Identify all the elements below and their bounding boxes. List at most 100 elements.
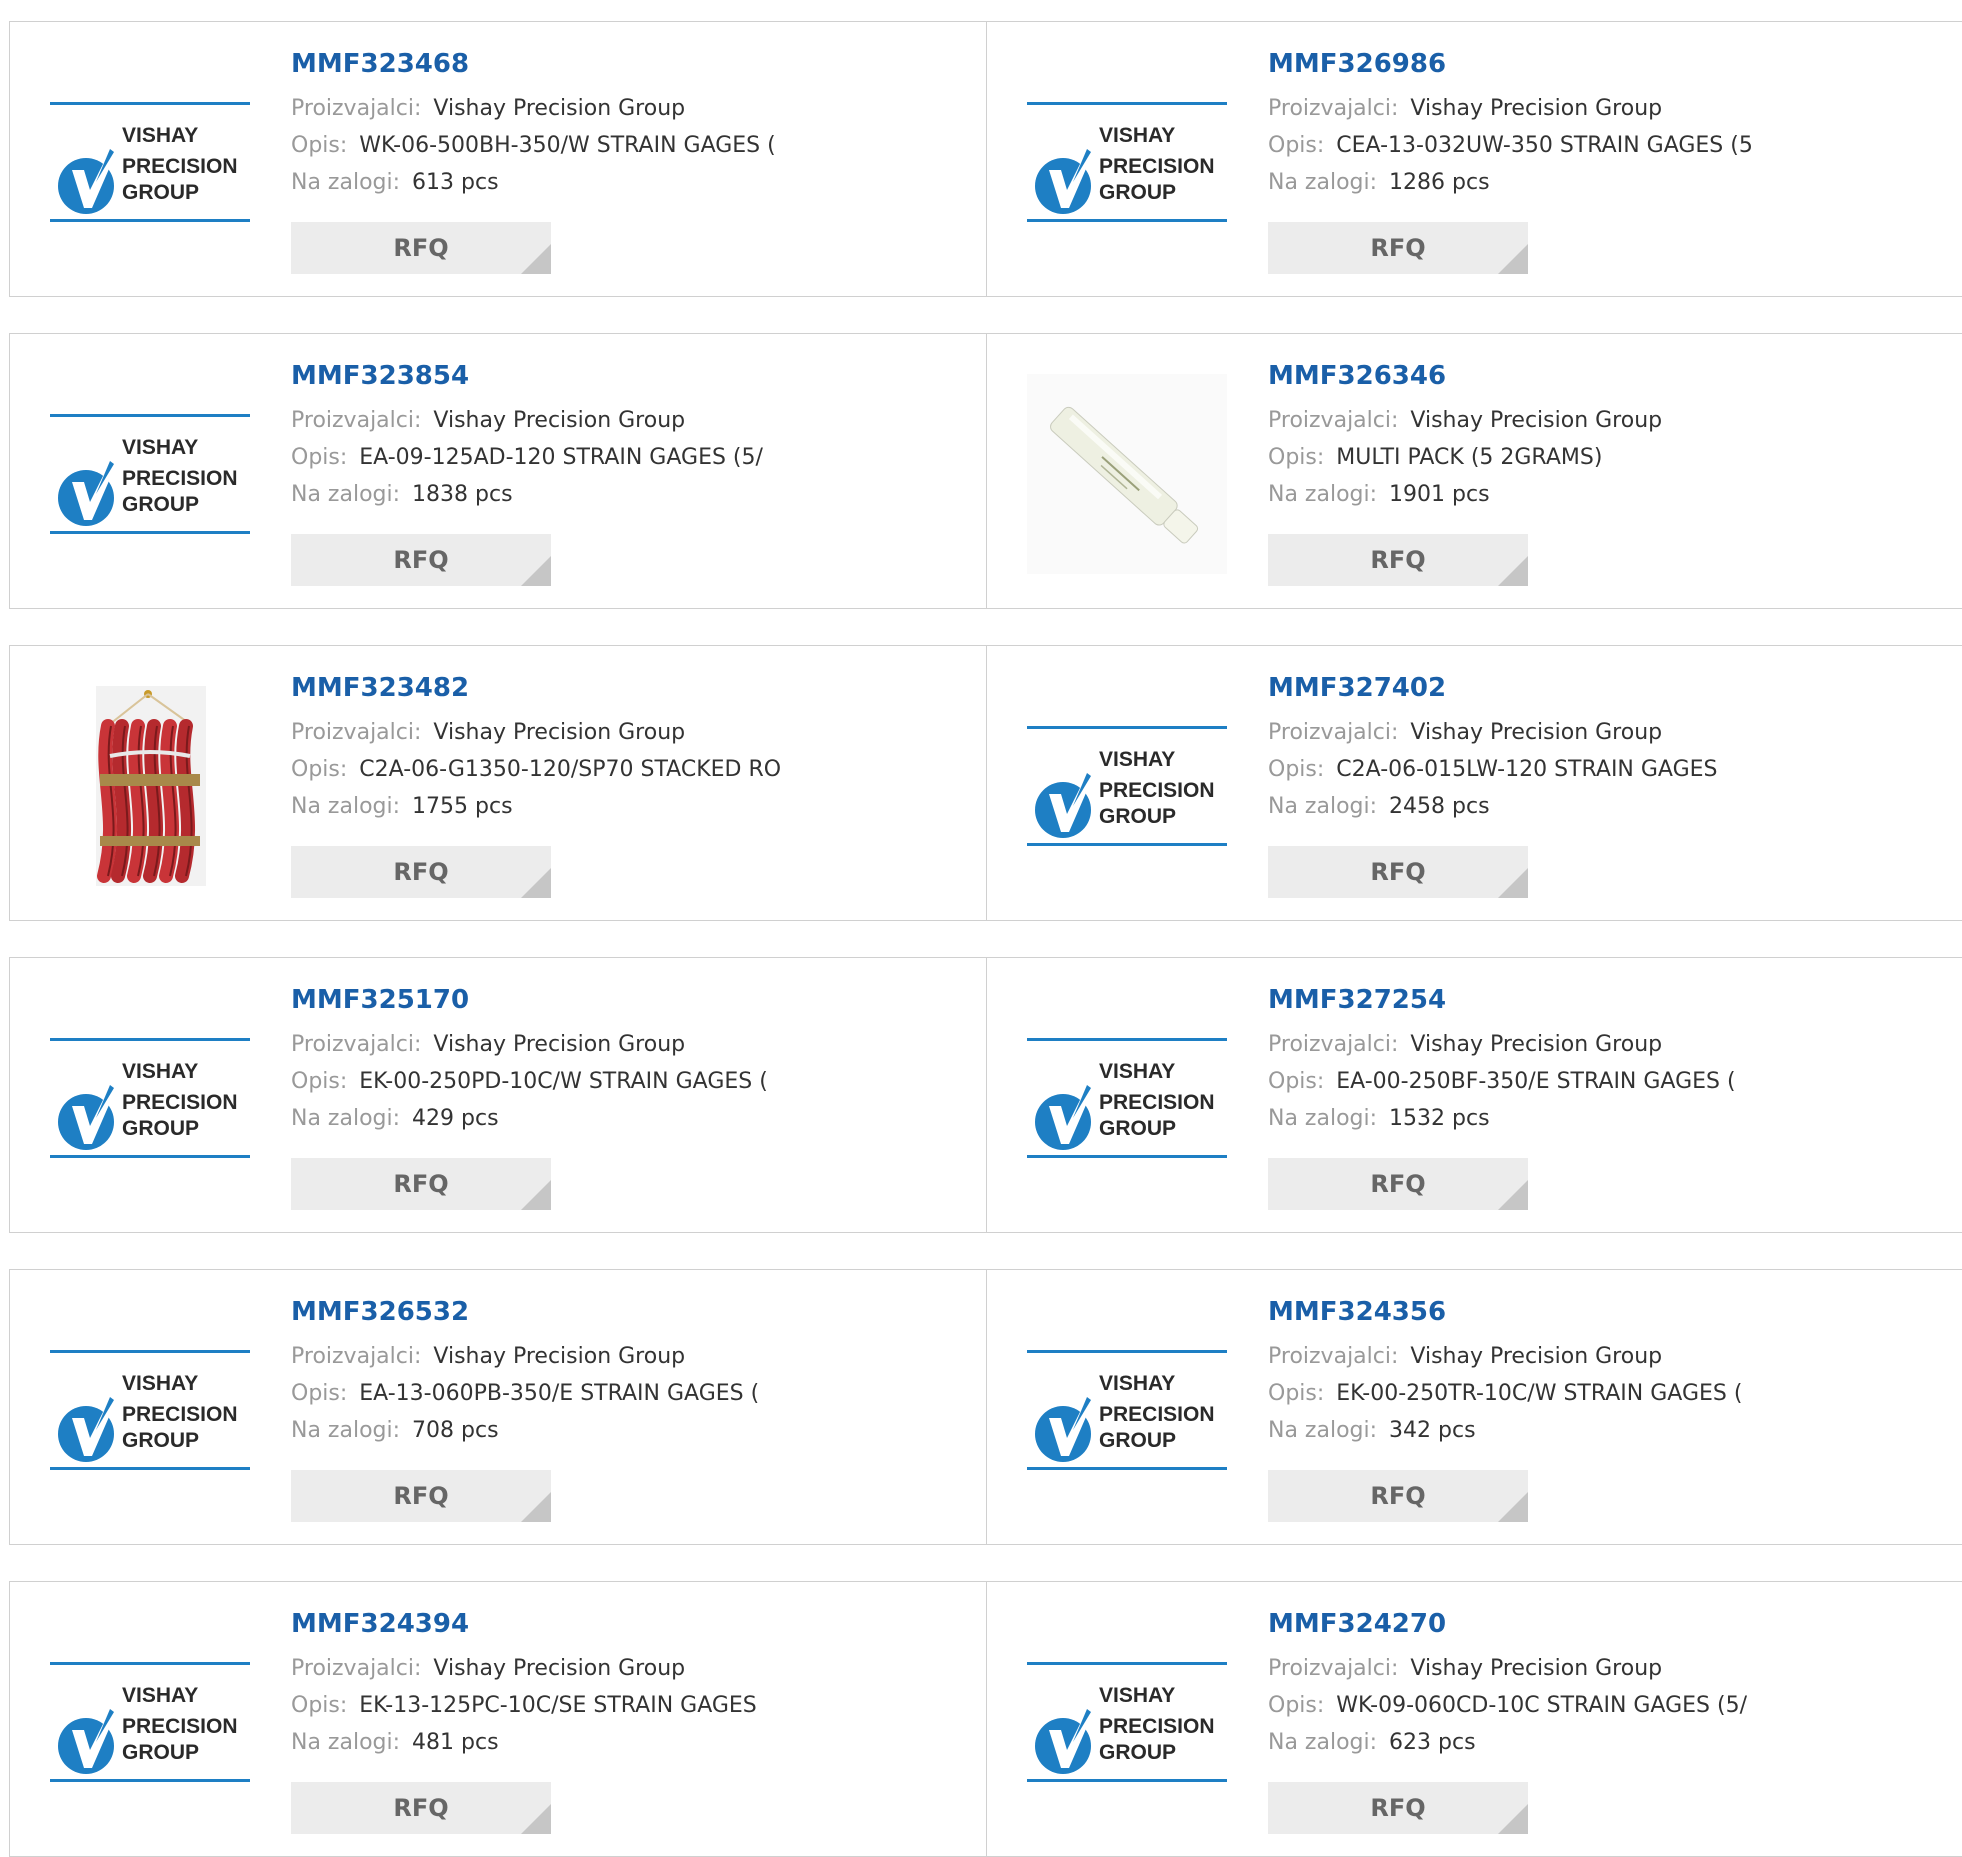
rfq-button[interactable]: RFQ — [1268, 534, 1528, 586]
manufacturer-row: Proizvajalci: Vishay Precision Group — [291, 1338, 988, 1375]
manufacturer-row: Proizvajalci: Vishay Precision Group — [291, 1650, 988, 1687]
manufacturer-row: Proizvajalci: Vishay Precision Group — [291, 90, 988, 127]
product-card: VISHAY PRECISION GROUP MMF323468 Proizvajalc… — [9, 21, 997, 297]
part-number-link[interactable]: MMF324270 — [1268, 1609, 1962, 1640]
description-label: Opis: — [1268, 444, 1325, 470]
manufacturer-label: Proizvajalci: — [1268, 95, 1399, 121]
manufacturer-label: Proizvajalci: — [1268, 1031, 1399, 1057]
stock-value: 708 pcs — [412, 1417, 499, 1443]
vishay-logo-image[interactable]: VISHAY PRECISION GROUP — [50, 1622, 250, 1822]
logo-text: GROUP — [1099, 805, 1176, 828]
stock-label: Na zalogi: — [1268, 169, 1378, 195]
rfq-button-label: RFQ — [1370, 1794, 1426, 1822]
rfq-button-label: RFQ — [393, 1482, 449, 1510]
logo-text: GROUP — [122, 1741, 199, 1764]
logo-text: VISHAY — [122, 1060, 198, 1083]
vishay-logo-image[interactable]: VISHAY PRECISION GROUP — [1027, 62, 1227, 262]
rfq-button[interactable]: RFQ — [1268, 1782, 1528, 1834]
part-number-link[interactable]: MMF327254 — [1268, 985, 1962, 1016]
description-row: Opis: EA-09-125AD-120 STRAIN GAGES (5/ — [291, 439, 988, 476]
adhesive-bottle-image[interactable] — [1027, 374, 1227, 574]
part-number-link[interactable]: MMF325170 — [291, 985, 988, 1016]
rfq-button[interactable]: RFQ — [291, 846, 551, 898]
stock-label: Na zalogi: — [291, 1417, 401, 1443]
rfq-button[interactable]: RFQ — [291, 1470, 551, 1522]
rfq-button-label: RFQ — [1370, 1170, 1426, 1198]
logo-text: PRECISION — [1099, 1091, 1215, 1114]
description-row: Opis: WK-06-500BH-350/W STRAIN GAGES ( — [291, 127, 988, 164]
wire-bundle-image[interactable] — [50, 686, 250, 886]
description-label: Opis: — [1268, 1380, 1325, 1406]
manufacturer-value: Vishay Precision Group — [433, 407, 686, 433]
description-label: Opis: — [1268, 1068, 1325, 1094]
manufacturer-row: Proizvajalci: Vishay Precision Group — [1268, 402, 1962, 439]
vishay-logo-image[interactable]: VISHAY PRECISION GROUP — [1027, 1622, 1227, 1822]
description-value: EK-00-250PD-10C/W STRAIN GAGES ( — [359, 1068, 768, 1094]
manufacturer-label: Proizvajalci: — [291, 719, 422, 745]
vishay-logo-image[interactable]: VISHAY PRECISION GROUP — [1027, 1310, 1227, 1510]
product-card: VISHAY PRECISION GROUP MMF324270 Proizvajalc… — [986, 1581, 1962, 1857]
manufacturer-label: Proizvajalci: — [291, 1655, 422, 1681]
part-number-link[interactable]: MMF323482 — [291, 673, 988, 704]
stock-label: Na zalogi: — [1268, 481, 1378, 507]
vishay-logo-image[interactable]: VISHAY PRECISION GROUP — [50, 374, 250, 574]
rfq-button[interactable]: RFQ — [291, 222, 551, 274]
part-number-link[interactable]: MMF326986 — [1268, 49, 1962, 80]
logo-text: PRECISION — [1099, 779, 1215, 802]
vishay-logo-image[interactable]: VISHAY PRECISION GROUP — [50, 62, 250, 262]
rfq-button[interactable]: RFQ — [1268, 846, 1528, 898]
logo-text: VISHAY — [122, 124, 198, 147]
part-number-link[interactable]: MMF324394 — [291, 1609, 988, 1640]
stock-row: Na zalogi: 1286 pcs — [1268, 164, 1962, 201]
rfq-button-label: RFQ — [1370, 546, 1426, 574]
stock-label: Na zalogi: — [291, 169, 401, 195]
rfq-button-label: RFQ — [393, 546, 449, 574]
stock-row: Na zalogi: 1755 pcs — [291, 788, 988, 825]
logo-text: PRECISION — [122, 1403, 238, 1426]
stock-label: Na zalogi: — [291, 1105, 401, 1131]
stock-label: Na zalogi: — [291, 1729, 401, 1755]
vishay-logo-image[interactable]: VISHAY PRECISION GROUP — [1027, 998, 1227, 1198]
rfq-button[interactable]: RFQ — [1268, 1158, 1528, 1210]
vishay-logo-image[interactable]: VISHAY PRECISION GROUP — [1027, 686, 1227, 886]
vishay-logo-image[interactable]: VISHAY PRECISION GROUP — [50, 1310, 250, 1510]
rfq-button-label: RFQ — [393, 234, 449, 262]
logo-text: GROUP — [122, 1117, 199, 1140]
part-number-link[interactable]: MMF323854 — [291, 361, 988, 392]
manufacturer-value: Vishay Precision Group — [433, 95, 686, 121]
description-row: Opis: EK-00-250TR-10C/W STRAIN GAGES ( — [1268, 1375, 1962, 1412]
description-label: Opis: — [291, 1380, 348, 1406]
product-info: MMF323854 Proizvajalci: Vishay Precision G… — [291, 361, 988, 513]
manufacturer-row: Proizvajalci: Vishay Precision Group — [1268, 1338, 1962, 1375]
part-number-link[interactable]: MMF324356 — [1268, 1297, 1962, 1328]
manufacturer-value: Vishay Precision Group — [433, 719, 686, 745]
description-label: Opis: — [1268, 756, 1325, 782]
product-card: MMF326346 Proizvajalci: Vishay Precision G… — [986, 333, 1962, 609]
rfq-button[interactable]: RFQ — [291, 534, 551, 586]
rfq-button[interactable]: RFQ — [291, 1158, 551, 1210]
description-row: Opis: MULTI PACK (5 2GRAMS) — [1268, 439, 1962, 476]
description-row: Opis: C2A-06-G1350-120/SP70 STACKED RO — [291, 751, 988, 788]
vishay-logo-image[interactable]: VISHAY PRECISION GROUP — [50, 998, 250, 1198]
part-number-link[interactable]: MMF326532 — [291, 1297, 988, 1328]
description-value: C2A-06-G1350-120/SP70 STACKED RO — [359, 756, 782, 782]
product-info: MMF327402 Proizvajalci: Vishay Precision G… — [1268, 673, 1962, 825]
logo-text: VISHAY — [1099, 748, 1175, 771]
stock-value: 1286 pcs — [1389, 169, 1490, 195]
part-number-link[interactable]: MMF323468 — [291, 49, 988, 80]
description-value: MULTI PACK (5 2GRAMS) — [1336, 444, 1603, 470]
rfq-button[interactable]: RFQ — [291, 1782, 551, 1834]
rfq-button[interactable]: RFQ — [1268, 1470, 1528, 1522]
description-value: EK-00-250TR-10C/W STRAIN GAGES ( — [1336, 1380, 1743, 1406]
manufacturer-value: Vishay Precision Group — [1410, 1655, 1663, 1681]
part-number-link[interactable]: MMF327402 — [1268, 673, 1962, 704]
stock-value: 481 pcs — [412, 1729, 499, 1755]
stock-value: 429 pcs — [412, 1105, 499, 1131]
part-number-link[interactable]: MMF326346 — [1268, 361, 1962, 392]
description-value: EA-09-125AD-120 STRAIN GAGES (5/ — [359, 444, 763, 470]
description-row: Opis: C2A-06-015LW-120 STRAIN GAGES — [1268, 751, 1962, 788]
manufacturer-row: Proizvajalci: Vishay Precision Group — [291, 402, 988, 439]
logo-text: VISHAY — [1099, 124, 1175, 147]
product-card: VISHAY PRECISION GROUP MMF323854 Proizvajalc… — [9, 333, 997, 609]
rfq-button[interactable]: RFQ — [1268, 222, 1528, 274]
